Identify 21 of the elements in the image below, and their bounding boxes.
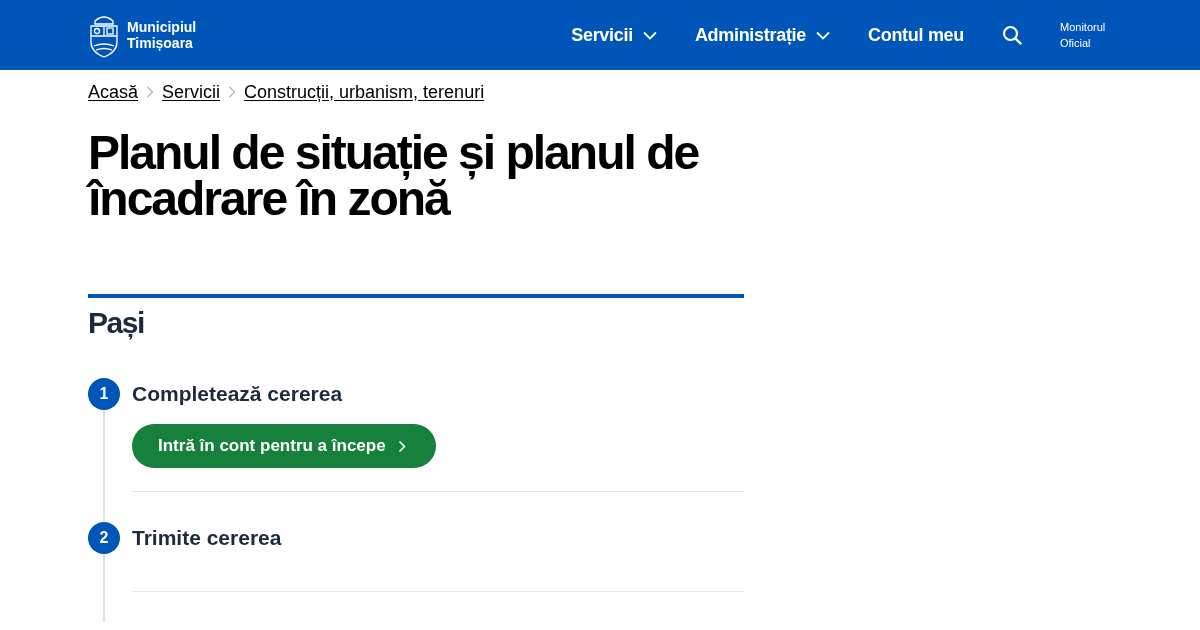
step-title: Completează cererea xyxy=(132,381,344,407)
breadcrumb-link[interactable]: Acasă xyxy=(88,81,139,103)
official-gazette-link[interactable]: Monitorul Oficial xyxy=(1060,19,1112,51)
page-title: Planul de situație și planul de încadrare în zonă xyxy=(88,130,700,222)
nav-link[interactable]: Administrație xyxy=(694,24,830,46)
start-button[interactable]: Intră în cont pentru a începe xyxy=(132,424,436,468)
logo-text[interactable]: Municipiul Timișoara xyxy=(127,19,197,51)
chevron-right-icon xyxy=(397,439,406,453)
step-number: 1 xyxy=(88,378,120,410)
nav-link[interactable]: Servicii xyxy=(571,24,657,46)
step-number: 2 xyxy=(88,522,120,554)
chevron-right-icon xyxy=(228,86,237,98)
chevron-down-icon xyxy=(642,30,657,40)
step-title: Trimite cererea xyxy=(132,525,283,551)
nav-link[interactable]: Contul meu xyxy=(868,24,964,46)
chevron-right-icon xyxy=(146,86,155,98)
section-heading: Pași xyxy=(88,306,145,340)
breadcrumb-link[interactable]: Construcții, urbanism, terenuri xyxy=(244,81,485,103)
breadcrumb-link[interactable]: Servicii xyxy=(162,81,221,103)
search-icon[interactable] xyxy=(1002,25,1022,45)
chevron-down-icon xyxy=(816,30,830,40)
